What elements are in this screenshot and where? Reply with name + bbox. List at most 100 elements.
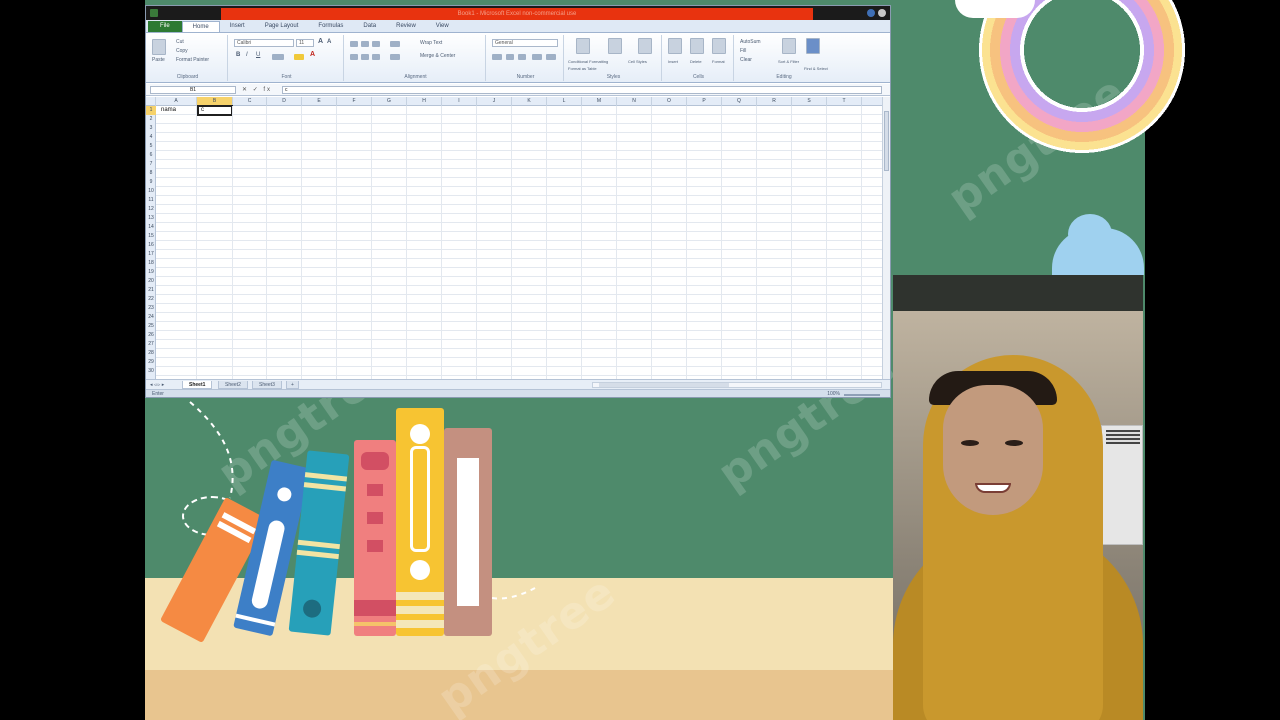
- insert-sheet-icon[interactable]: +: [286, 381, 299, 389]
- row-header-22[interactable]: 22: [146, 295, 156, 304]
- row-header-8[interactable]: 8: [146, 169, 156, 178]
- minimize-ribbon-icon[interactable]: [878, 9, 886, 17]
- zoom-level[interactable]: 100%: [827, 391, 840, 397]
- conditional-formatting-icon[interactable]: [576, 38, 590, 54]
- tab-review[interactable]: Review: [386, 21, 426, 32]
- row-header-18[interactable]: 18: [146, 259, 156, 268]
- align-bottom-icon[interactable]: [372, 41, 380, 47]
- underline-icon[interactable]: U: [256, 52, 260, 58]
- align-left-icon[interactable]: [350, 54, 358, 60]
- help-icon[interactable]: [867, 9, 875, 17]
- column-header-g[interactable]: G: [372, 97, 407, 106]
- column-header-c[interactable]: C: [233, 97, 267, 106]
- column-header-d[interactable]: D: [267, 97, 302, 106]
- cell-area[interactable]: nama c: [156, 105, 884, 379]
- column-header-r[interactable]: R: [757, 97, 792, 106]
- cell-a1[interactable]: nama: [161, 107, 176, 113]
- borders-icon[interactable]: [272, 54, 284, 60]
- vertical-scroll-thumb[interactable]: [884, 111, 889, 171]
- row-header-24[interactable]: 24: [146, 313, 156, 322]
- tab-insert[interactable]: Insert: [220, 21, 255, 32]
- sort-filter-button[interactable]: Sort & Filter: [778, 59, 799, 64]
- cell-styles-icon[interactable]: [638, 38, 652, 54]
- row-header-11[interactable]: 11: [146, 196, 156, 205]
- indent-icon[interactable]: [390, 54, 400, 60]
- column-header-l[interactable]: L: [547, 97, 582, 106]
- row-header-5[interactable]: 5: [146, 142, 156, 151]
- tab-page-layout[interactable]: Page Layout: [255, 21, 309, 32]
- italic-icon[interactable]: I: [246, 52, 248, 58]
- active-cell-b1[interactable]: c: [197, 105, 233, 116]
- column-header-j[interactable]: J: [477, 97, 512, 106]
- row-header-29[interactable]: 29: [146, 358, 156, 367]
- align-top-icon[interactable]: [350, 41, 358, 47]
- column-header-p[interactable]: P: [687, 97, 722, 106]
- insert-button[interactable]: Insert: [668, 59, 678, 64]
- merge-center-button[interactable]: Merge & Center: [420, 53, 455, 59]
- sheet-nav-arrows[interactable]: ◂ ◃ ▹ ▸: [150, 382, 164, 388]
- row-header-30[interactable]: 30: [146, 367, 156, 376]
- row-header-2[interactable]: 2: [146, 115, 156, 124]
- bold-icon[interactable]: B: [236, 52, 240, 58]
- column-header-h[interactable]: H: [407, 97, 442, 106]
- tab-file[interactable]: File: [148, 21, 182, 32]
- vertical-scrollbar[interactable]: [882, 97, 890, 379]
- copy-button[interactable]: Copy: [176, 48, 188, 54]
- column-header-e[interactable]: E: [302, 97, 337, 106]
- increase-decimal-icon[interactable]: [532, 54, 542, 60]
- row-header-21[interactable]: 21: [146, 286, 156, 295]
- comma-icon[interactable]: [518, 54, 526, 60]
- tab-view[interactable]: View: [426, 21, 459, 32]
- row-header-27[interactable]: 27: [146, 340, 156, 349]
- fill-color-icon[interactable]: [294, 54, 304, 60]
- sheet-tab-2[interactable]: Sheet2: [218, 381, 248, 389]
- format-as-table-icon[interactable]: [608, 38, 622, 54]
- row-header-23[interactable]: 23: [146, 304, 156, 313]
- horizontal-scrollbar[interactable]: [592, 382, 882, 388]
- delete-cells-icon[interactable]: [690, 38, 704, 54]
- currency-icon[interactable]: [492, 54, 502, 60]
- zoom-slider[interactable]: [844, 394, 880, 396]
- sheet-tab-1[interactable]: Sheet1: [182, 381, 213, 389]
- select-all-corner[interactable]: [146, 97, 156, 106]
- sort-filter-icon[interactable]: [782, 38, 796, 54]
- row-header-25[interactable]: 25: [146, 322, 156, 331]
- column-header-s[interactable]: S: [792, 97, 827, 106]
- conditional-formatting-button[interactable]: Conditional Formatting: [568, 59, 608, 64]
- number-format-select[interactable]: General: [492, 39, 558, 47]
- tab-data[interactable]: Data: [353, 21, 386, 32]
- row-header-13[interactable]: 13: [146, 214, 156, 223]
- decrease-decimal-icon[interactable]: [546, 54, 556, 60]
- grow-font-icon[interactable]: A: [318, 38, 323, 45]
- insert-cells-icon[interactable]: [668, 38, 682, 54]
- paste-icon[interactable]: [152, 39, 166, 55]
- row-header-15[interactable]: 15: [146, 232, 156, 241]
- row-header-19[interactable]: 19: [146, 268, 156, 277]
- orientation-icon[interactable]: [390, 41, 400, 47]
- clear-button[interactable]: Clear: [740, 57, 752, 63]
- row-header-9[interactable]: 9: [146, 178, 156, 187]
- cut-button[interactable]: Cut: [176, 39, 184, 45]
- formula-input[interactable]: c: [282, 86, 882, 94]
- align-right-icon[interactable]: [372, 54, 380, 60]
- row-header-6[interactable]: 6: [146, 151, 156, 160]
- wrap-text-button[interactable]: Wrap Text: [420, 40, 442, 46]
- row-header-12[interactable]: 12: [146, 205, 156, 214]
- excel-app-icon[interactable]: [150, 9, 158, 17]
- shrink-font-icon[interactable]: A: [327, 39, 331, 45]
- horizontal-scroll-thumb[interactable]: [599, 383, 729, 387]
- row-header-16[interactable]: 16: [146, 241, 156, 250]
- format-cells-icon[interactable]: [712, 38, 726, 54]
- column-header-o[interactable]: O: [652, 97, 687, 106]
- cell-styles-button[interactable]: Cell Styles: [628, 59, 647, 64]
- row-header-1[interactable]: 1: [146, 106, 156, 115]
- find-select-button[interactable]: Find & Select: [804, 66, 828, 71]
- column-header-i[interactable]: I: [442, 97, 477, 106]
- delete-button[interactable]: Delete: [690, 59, 702, 64]
- format-button[interactable]: Format: [712, 59, 725, 64]
- percent-icon[interactable]: [506, 54, 514, 60]
- format-as-table-button[interactable]: Format as Table: [568, 66, 597, 71]
- font-name-select[interactable]: Calibri: [234, 39, 294, 47]
- column-header-t[interactable]: T: [827, 97, 862, 106]
- tab-home[interactable]: Home: [181, 21, 220, 32]
